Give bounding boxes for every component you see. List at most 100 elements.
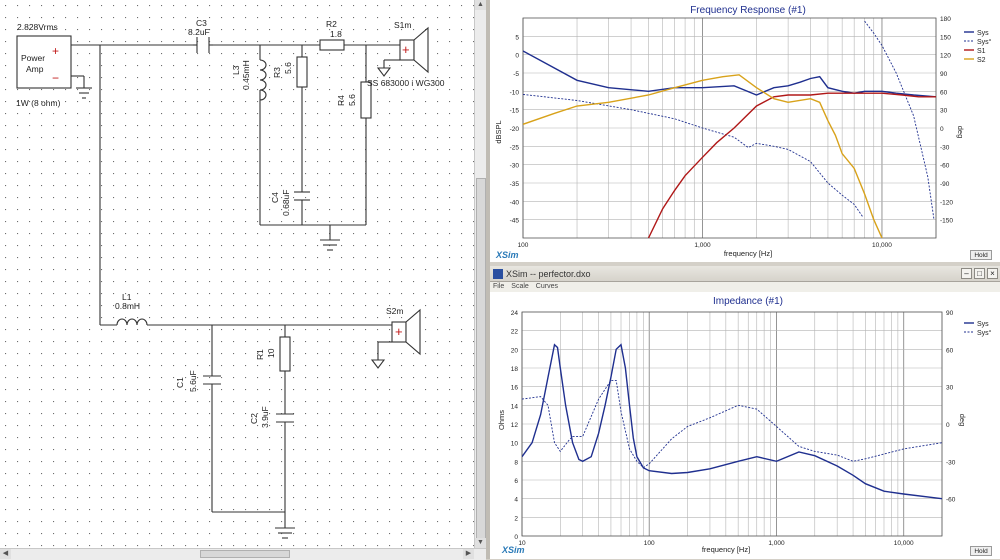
y-tick-label: 16 [511,385,519,392]
y-axis-label-left: dBSPL [494,120,503,143]
r1-value: 10 [266,348,276,358]
y-tick-label: 5 [515,34,519,41]
y-tick-label: 10 [511,441,519,448]
close-icon[interactable]: × [987,268,998,279]
l3-name: L3 [231,65,241,75]
y2-tick-label: 60 [940,89,948,96]
scroll-right-icon[interactable]: ▶ [463,549,474,559]
legend-label: Sys° [977,329,992,337]
r3-value: 5.6 [283,62,293,74]
hold-button[interactable]: Hold [970,250,992,260]
frequency-response-window: Frequency Response (#1) XSim frequency [… [490,0,1000,262]
y-tick-label: 24 [511,310,519,317]
x-axis-label: frequency [Hz] [724,249,772,258]
frequency-response-chart: Frequency Response (#1) XSim frequency [… [494,5,992,260]
c2-name: C2 [249,413,259,424]
legend-label: S1 [977,48,986,55]
y2-tick-label: -150 [940,218,953,225]
schematic-horizontal-scrollbar[interactable]: ◀ ▶ [0,548,486,560]
source-name-label: Power [21,53,45,63]
y-tick-label: -30 [510,163,520,170]
series-sys-phase-line [523,20,935,220]
r4-value: 5.6 [347,94,357,106]
y-tick-label: -20 [510,126,520,133]
x-axis-label: frequency [Hz] [702,545,750,554]
scroll-left-icon[interactable]: ◀ [0,549,11,559]
menu-curves[interactable]: Curves [536,283,558,290]
s1-name: S1m [394,20,411,30]
r1-name: R1 [255,349,265,360]
maximize-icon[interactable]: □ [974,268,985,279]
impedance-window: XSim -- perfector.dxo – □ × File Scale Curve… [490,266,1000,559]
menu-scale[interactable]: Scale [511,283,529,290]
schematic-hscroll-thumb[interactable] [200,550,290,558]
xsim-logo: XSim [495,250,519,260]
y-tick-label: 2 [514,515,518,522]
source-note-label: 1W (8 ohm) [16,98,61,108]
window-title: XSim -- perfector.dxo [506,269,591,279]
y-tick-label: -5 [513,71,519,78]
source-voltage-label: 2.828Vrms [17,22,58,32]
y-tick-label: 4 [514,497,518,504]
impedance-chart: Impedance (#1) XSim frequency [Hz] Ohms … [497,296,992,555]
y-tick-label: 8 [514,459,518,466]
x-tick-label: 100 [644,540,655,547]
y-axis-label-right: deg [958,414,967,427]
scroll-up-icon[interactable]: ▲ [475,0,486,10]
c1-value: 5.6uF [188,370,198,392]
svg-text:+: + [395,324,403,339]
legend-label: Sys [977,30,989,37]
y2-tick-label: -30 [940,144,950,151]
schematic-drawing[interactable]: 2.828Vrms Power Amp 1W (8 ohm) + − C3 8.… [0,0,474,548]
y2-tick-label: 30 [946,385,954,392]
series-s1-line [647,92,936,238]
y2-tick-label: 120 [940,53,951,60]
x-tick-label: 1,000 [768,540,785,547]
r2-name: R2 [326,19,337,29]
minimize-icon[interactable]: – [961,268,972,279]
r3-name: R3 [272,67,282,78]
y-tick-label: 0 [515,53,519,60]
menu-file[interactable]: File [493,283,504,290]
y2-tick-label: 30 [940,108,948,115]
x-tick-label: 10,000 [872,242,892,249]
y2-tick-label: -30 [946,459,956,466]
menu-bar: File Scale Curves [490,282,1000,292]
c2-value: 3.9uF [260,406,270,428]
svg-text:Amp: Amp [26,64,44,74]
y-tick-label: 14 [511,403,519,410]
y-axis-label-left: Ohms [497,410,506,430]
scroll-down-icon[interactable]: ▼ [475,538,486,548]
schematic-canvas[interactable]: 2.828Vrms Power Amp 1W (8 ohm) + − C3 8.… [0,0,487,560]
y-tick-label: 6 [514,478,518,485]
y-tick-label: 12 [511,422,519,429]
window-titlebar[interactable]: XSim -- perfector.dxo – □ × [490,266,1000,282]
legend-label: S2 [977,57,986,64]
l3-value: 0.45mH [241,60,251,90]
y-tick-label: -35 [510,181,520,188]
y2-tick-label: 90 [940,71,948,78]
y-tick-label: -45 [510,218,520,225]
y-axis-label-right: deg [956,126,965,139]
y2-tick-label: 60 [946,347,954,354]
schematic-vscroll-thumb[interactable] [476,178,486,548]
y-tick-label: -15 [510,108,520,115]
y2-tick-label: 150 [940,34,951,41]
s1-model: SS 683000 i WG300 [367,78,445,88]
y2-tick-label: -60 [940,163,950,170]
x-tick-label: 100 [518,242,529,249]
y-tick-label: -10 [510,89,520,96]
y2-tick-label: -90 [940,181,950,188]
svg-text:+: + [402,42,410,57]
svg-text:−: − [52,71,59,85]
y2-tick-label: -120 [940,199,953,206]
y2-tick-label: 180 [940,16,951,23]
y2-tick-label: -60 [946,497,956,504]
c4-name: C4 [270,192,280,203]
y-tick-label: 22 [511,329,519,336]
hold-button[interactable]: Hold [970,546,992,556]
l1-value: 0.8mH [115,301,140,311]
legend-label: Sys [977,321,989,328]
r2-value: 1.8 [330,29,342,39]
r4-name: R4 [336,95,346,106]
